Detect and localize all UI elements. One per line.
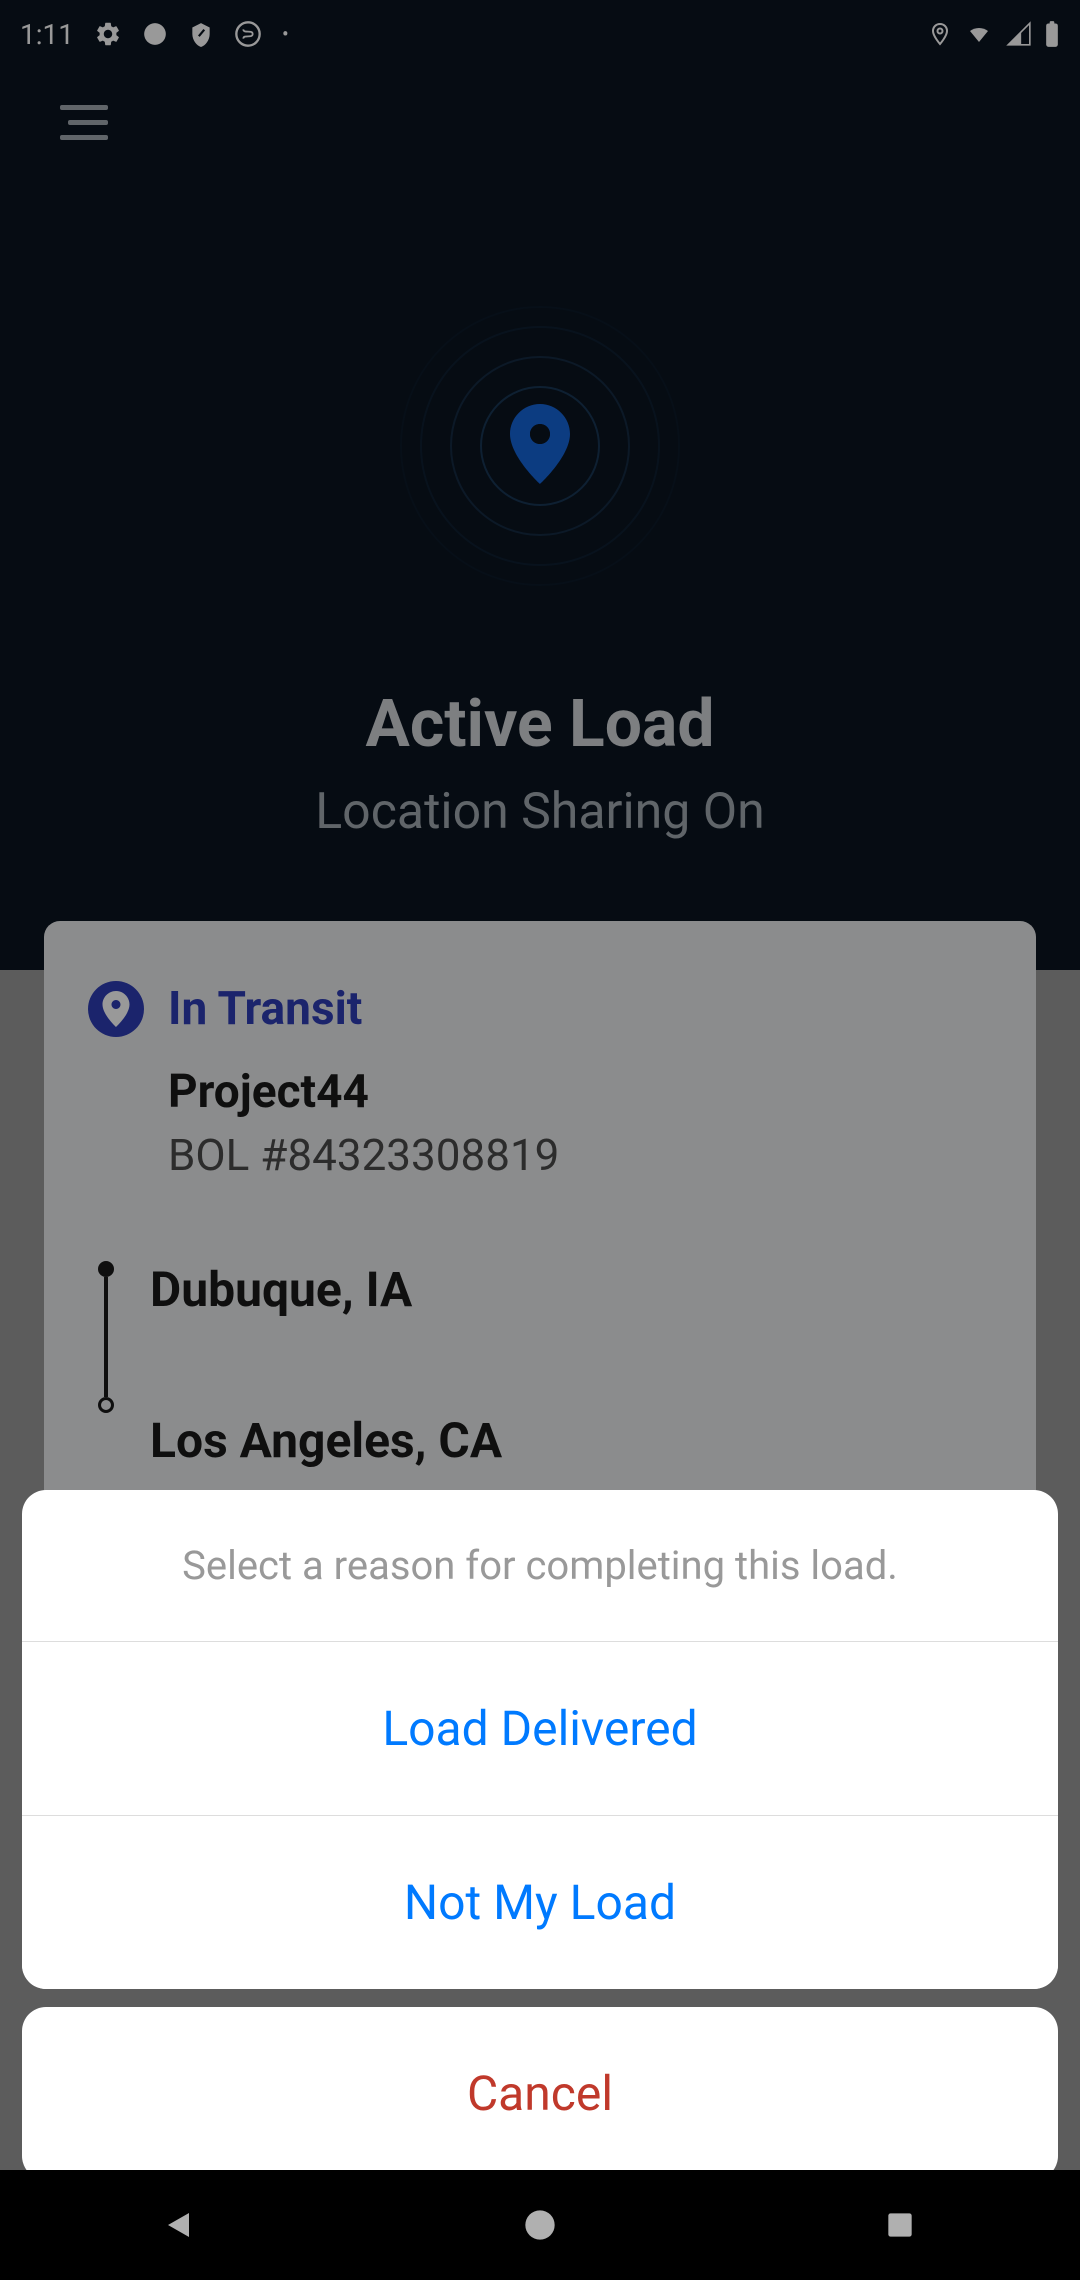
nav-back-button[interactable] (130, 2195, 230, 2255)
nav-bar (0, 2170, 1080, 2280)
nav-home-button[interactable] (490, 2195, 590, 2255)
sheet-main: Select a reason for completing this load… (22, 1490, 1058, 1989)
load-delivered-option[interactable]: Load Delivered (22, 1642, 1058, 1816)
nav-recent-button[interactable] (850, 2195, 950, 2255)
sheet-title: Select a reason for completing this load… (22, 1490, 1058, 1642)
not-my-load-option[interactable]: Not My Load (22, 1816, 1058, 1989)
action-sheet: Select a reason for completing this load… (22, 1490, 1058, 2180)
cancel-button[interactable]: Cancel (22, 2007, 1058, 2180)
